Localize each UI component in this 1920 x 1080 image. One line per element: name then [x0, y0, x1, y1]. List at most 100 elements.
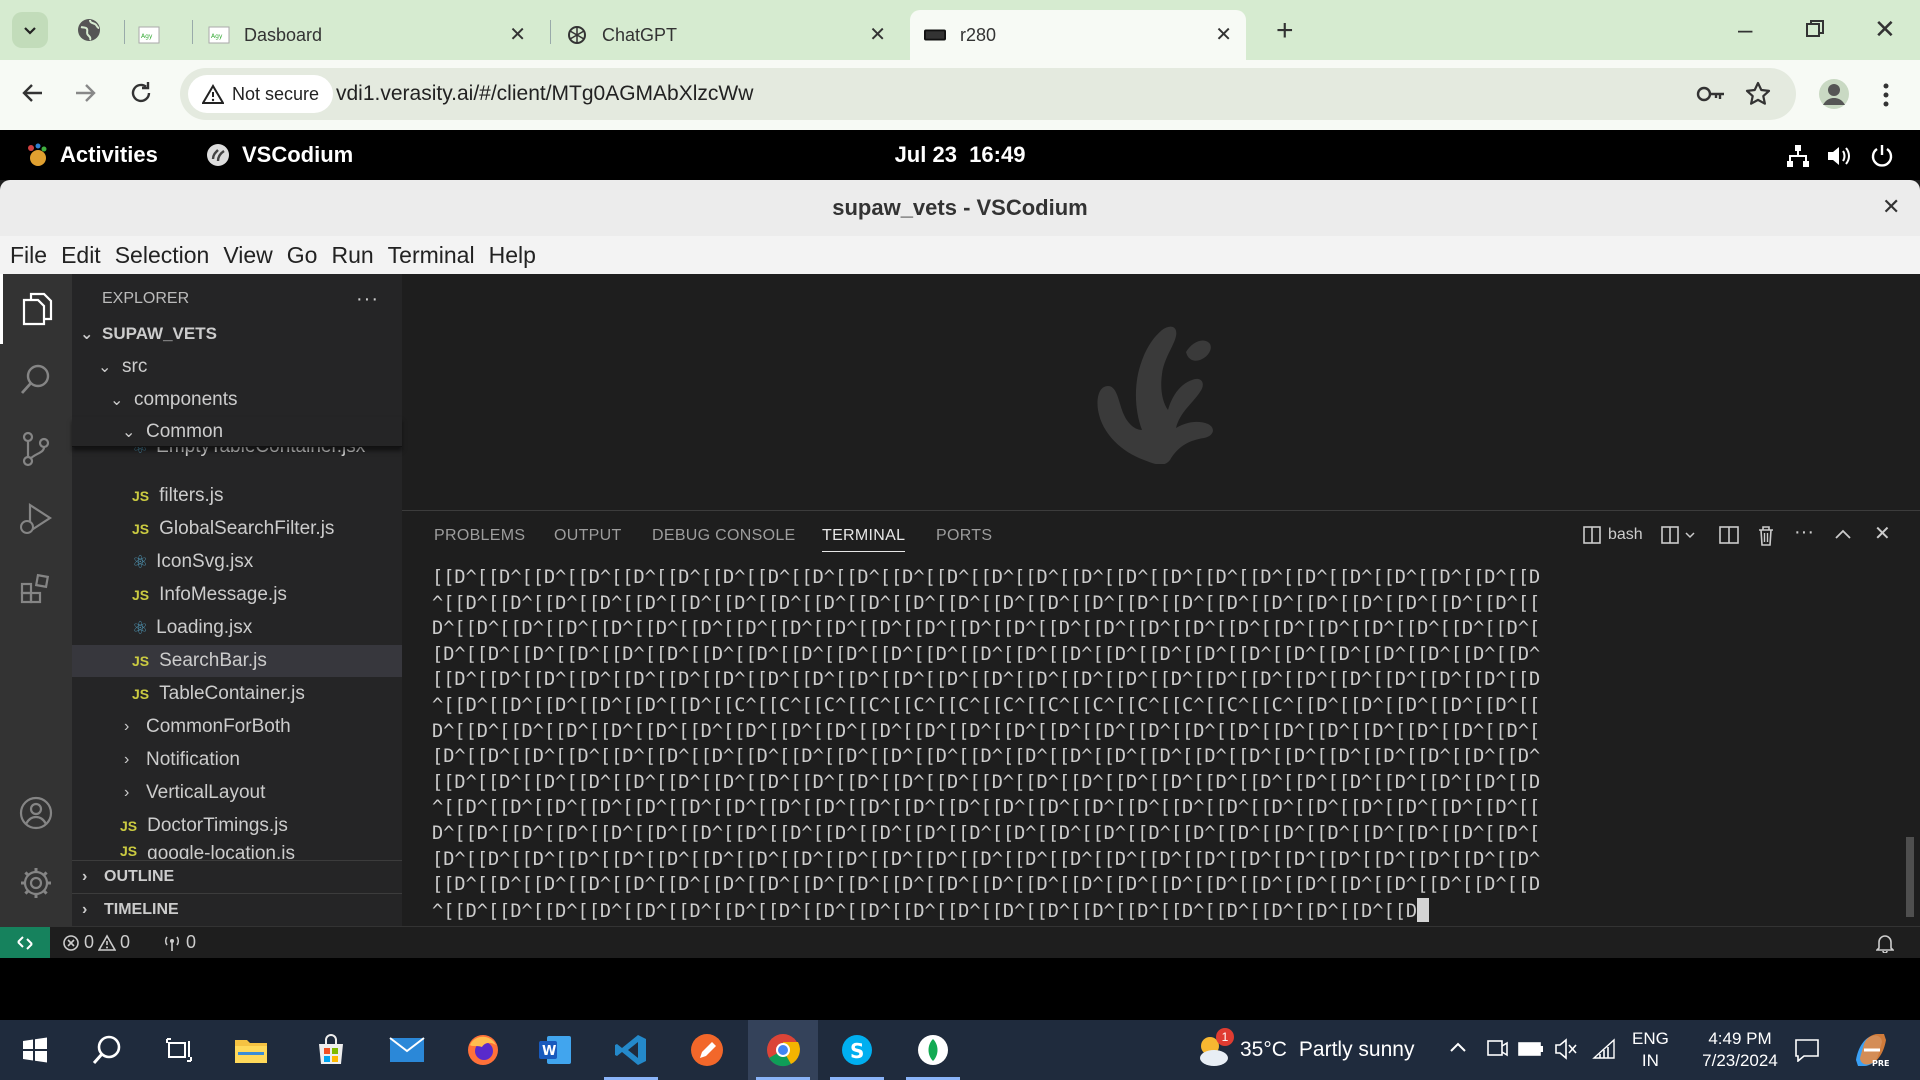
- speaker-muted-icon[interactable]: [1554, 1038, 1578, 1065]
- close-panel-icon[interactable]: ✕: [1874, 521, 1891, 546]
- show-hidden-icons-chevron-up-icon[interactable]: [1448, 1040, 1468, 1059]
- file-doctor-timings[interactable]: JS DoctorTimings.js: [72, 810, 402, 842]
- menu-run[interactable]: Run: [331, 242, 373, 269]
- bookmark-star-icon[interactable]: [1744, 80, 1772, 113]
- battery-icon[interactable]: [1518, 1040, 1544, 1063]
- leaf-app[interactable]: [898, 1020, 968, 1080]
- activity-search[interactable]: [0, 344, 72, 414]
- start-button[interactable]: [0, 1020, 70, 1080]
- skype-app[interactable]: S: [822, 1020, 892, 1080]
- folder-vertical-layout[interactable]: › VerticalLayout: [72, 777, 402, 809]
- activity-explorer[interactable]: [0, 274, 72, 344]
- microsoft-store-app[interactable]: [296, 1020, 366, 1080]
- pen-app[interactable]: [672, 1020, 742, 1080]
- taskbar-search[interactable]: [72, 1020, 142, 1080]
- profile-avatar-icon[interactable]: [1818, 78, 1850, 115]
- restore-icon[interactable]: [1806, 20, 1824, 43]
- mail-app[interactable]: [372, 1020, 442, 1080]
- minimize-icon[interactable]: –: [1738, 14, 1752, 45]
- activity-manage[interactable]: [0, 848, 72, 918]
- weather-widget[interactable]: 1 35°C Partly sunny: [1194, 1028, 1414, 1070]
- file-filters[interactable]: JS filters.js: [72, 480, 402, 512]
- remote-indicator[interactable]: [0, 927, 50, 959]
- more-actions-icon[interactable]: ···: [356, 288, 379, 311]
- clock[interactable]: Jul 23 16:49: [0, 142, 1920, 168]
- action-center-icon[interactable]: [1794, 1038, 1820, 1067]
- menu-file[interactable]: File: [10, 242, 47, 269]
- split-terminal-icon[interactable]: [1718, 525, 1740, 550]
- menu-help[interactable]: Help: [489, 242, 536, 269]
- file-loading[interactable]: ⚛ Loading.jsx: [72, 612, 402, 644]
- file-google-location[interactable]: JS google-location.js: [72, 843, 402, 859]
- file-icon-svg[interactable]: ⚛ IconSvg.jsx: [72, 546, 402, 578]
- task-view[interactable]: [144, 1020, 214, 1080]
- wifi-icon[interactable]: [1592, 1038, 1616, 1065]
- url-text[interactable]: vdi1.verasity.ai/#/client/MTg0AGMAbXlzcW…: [336, 82, 753, 106]
- close-icon[interactable]: ✕: [509, 22, 526, 47]
- activity-extensions[interactable]: [0, 554, 72, 624]
- more-actions-icon[interactable]: ···: [1794, 521, 1814, 544]
- tab-pinned[interactable]: Agy: [138, 10, 180, 60]
- volume-icon[interactable]: [1826, 144, 1852, 174]
- browser-menu-icon[interactable]: [1882, 82, 1890, 113]
- tab-search-button[interactable]: [12, 12, 48, 48]
- new-tab-button[interactable]: +: [1276, 14, 1294, 48]
- security-indicator[interactable]: Not secure: [188, 75, 334, 113]
- folder-common-for-both[interactable]: › CommonForBoth: [72, 711, 402, 743]
- activity-run-debug[interactable]: [0, 484, 72, 554]
- menu-terminal[interactable]: Terminal: [388, 242, 475, 269]
- new-terminal-split-icon[interactable]: [1660, 525, 1696, 545]
- window-close-icon[interactable]: ✕: [1882, 194, 1900, 220]
- activity-source-control[interactable]: [0, 414, 72, 484]
- tab-chatgpt[interactable]: ChatGPT ✕: [566, 10, 900, 60]
- close-icon[interactable]: ✕: [869, 22, 886, 47]
- taskbar-clock[interactable]: 4:49 PM 7/23/2024: [1684, 1028, 1796, 1072]
- forward-icon[interactable]: [72, 80, 98, 111]
- folder-notification[interactable]: › Notification: [72, 744, 402, 776]
- reload-icon[interactable]: [128, 80, 154, 111]
- editor-area[interactable]: [402, 274, 1920, 510]
- file-search-bar[interactable]: JS SearchBar.js: [72, 645, 402, 677]
- tab-dashboard[interactable]: Agy Dasboard ✕: [208, 10, 540, 60]
- tab-terminal[interactable]: TERMINAL: [822, 527, 906, 552]
- tab-output[interactable]: OUTPUT: [554, 527, 622, 545]
- terminal-instance-selector[interactable]: bash: [1582, 525, 1643, 545]
- section-timeline[interactable]: › TIMELINE: [72, 893, 402, 926]
- maximize-panel-icon[interactable]: [1834, 527, 1852, 546]
- problems-status[interactable]: 0 0: [62, 932, 130, 953]
- close-icon[interactable]: ✕: [1215, 22, 1232, 47]
- terminal-scrollbar-thumb[interactable]: [1906, 837, 1914, 917]
- vscode-app[interactable]: [596, 1020, 666, 1080]
- network-wired-icon[interactable]: [1786, 144, 1810, 174]
- window-close-icon[interactable]: ✕: [1874, 14, 1896, 45]
- copilot-icon[interactable]: PRE: [1852, 1032, 1890, 1073]
- folder-components[interactable]: ⌄ components: [72, 384, 402, 416]
- file-info-message[interactable]: JS InfoMessage.js: [72, 579, 402, 611]
- file-explorer-app[interactable]: [216, 1020, 286, 1080]
- password-key-icon[interactable]: [1696, 82, 1726, 111]
- input-language[interactable]: ENG IN: [1632, 1028, 1669, 1072]
- file-global-search-filter[interactable]: JS GlobalSearchFilter.js: [72, 513, 402, 545]
- trash-icon[interactable]: [1756, 525, 1776, 552]
- tab-problems[interactable]: PROBLEMS: [434, 527, 525, 545]
- back-icon[interactable]: [20, 80, 46, 111]
- tab-debug-console[interactable]: DEBUG CONSOLE: [652, 527, 796, 545]
- chrome-app[interactable]: [748, 1020, 818, 1080]
- activity-accounts[interactable]: [0, 778, 72, 848]
- menu-go[interactable]: Go: [287, 242, 318, 269]
- section-outline[interactable]: › OUTLINE: [72, 860, 402, 893]
- firefox-app[interactable]: [448, 1020, 518, 1080]
- folder-src[interactable]: ⌄ src: [72, 351, 402, 383]
- menu-view[interactable]: View: [223, 242, 272, 269]
- power-icon[interactable]: [1870, 144, 1894, 174]
- folder-root[interactable]: ⌄ SUPAW_VETS: [72, 318, 402, 350]
- tab-ports[interactable]: PORTS: [936, 527, 992, 545]
- notifications-bell-icon[interactable]: [1875, 933, 1895, 958]
- ports-status[interactable]: 0: [162, 932, 196, 953]
- menu-edit[interactable]: Edit: [61, 242, 101, 269]
- meet-now-icon[interactable]: [1486, 1038, 1508, 1065]
- word-app[interactable]: W: [520, 1020, 590, 1080]
- file-table-container[interactable]: JS TableContainer.js: [72, 678, 402, 710]
- folder-common[interactable]: ⌄ Common: [72, 417, 402, 447]
- terminal-output[interactable]: [[D^[[D^[[D^[[D^[[D^[[D^[[D^[[D^[[D^[[D^…: [432, 565, 1892, 924]
